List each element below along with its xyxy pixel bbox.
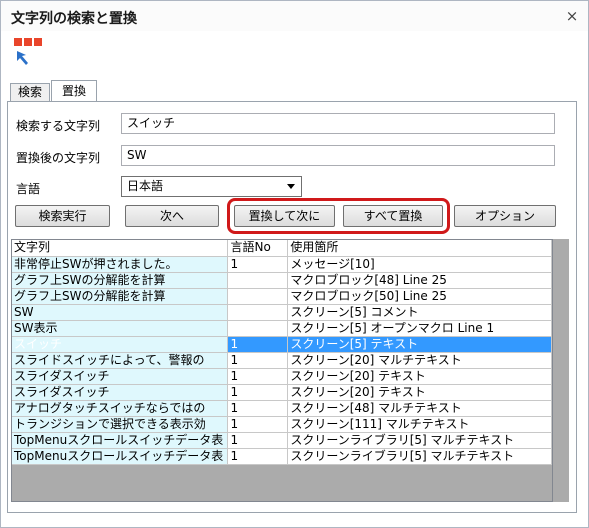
title-bar[interactable]: 文字列の検索と置換 × — [1, 1, 588, 31]
cell-usage-location: マクロブロック[48] Line 25 — [287, 272, 552, 289]
cell-string: TopMenuスクロールスイッチデータ表 — [12, 448, 229, 465]
table-row[interactable]: TopMenuスクロールスイッチデータ表 1 スクリーンライブラリ[5] マルチテキ… — [12, 432, 552, 449]
table-row[interactable]: スライドスイッチによって、警報の 1 スクリーン[20] マルチテキスト — [12, 352, 552, 369]
cell-usage-location: スクリーン[5] コメント — [287, 304, 552, 321]
column-header-usage-location[interactable]: 使用箇所 — [287, 240, 552, 257]
language-select-value: 日本語 — [127, 179, 164, 193]
replace-string-input[interactable]: SW — [121, 145, 555, 166]
table-header-row: 文字列 言語No 使用箇所 — [12, 240, 552, 257]
grid-empty-area — [553, 239, 569, 502]
cell-usage-location: スクリーン[111] マルチテキスト — [287, 416, 552, 433]
table-row[interactable]: グラフ上SWの分解能を計算 マクロブロック[48] Line 25 — [12, 272, 552, 289]
cell-string: SW — [12, 304, 229, 321]
search-replace-tool-icon[interactable] — [13, 37, 43, 69]
cell-language-no: 1 — [227, 368, 289, 385]
cell-language-no — [227, 272, 289, 289]
cell-string: スライダスイッチ — [12, 384, 229, 401]
search-string-input[interactable]: スイッチ — [121, 113, 555, 134]
table-row[interactable]: TopMenuスクロールスイッチデータ表 1 スクリーンライブラリ[5] マルチテキ… — [12, 448, 552, 465]
cell-string: スイッチ — [12, 336, 229, 353]
options-button[interactable]: オプション — [454, 205, 556, 227]
replace-panel: 検索する文字列 スイッチ 置換後の文字列 SW 言語 日本語 検索実行 次へ 置… — [7, 101, 577, 513]
search-execute-button[interactable]: 検索実行 — [15, 205, 110, 227]
cell-language-no — [227, 320, 289, 337]
table-row[interactable]: スライダスイッチ 1 スクリーン[20] テキスト — [12, 368, 552, 385]
table-row[interactable]: 非常停止SWが押されました。 1 メッセージ[10] — [12, 256, 552, 273]
tab-search[interactable]: 検索 — [10, 83, 50, 102]
column-header-string[interactable]: 文字列 — [12, 240, 229, 257]
language-label: 言語 — [16, 182, 41, 196]
cell-string: グラフ上SWの分解能を計算 — [12, 272, 229, 289]
table-row[interactable]: アナログタッチスイッチならではの 1 スクリーン[48] マルチテキスト — [12, 400, 552, 417]
cell-string: グラフ上SWの分解能を計算 — [12, 288, 229, 305]
cell-string: トランジションで選択できる表示効 — [12, 416, 229, 433]
cell-language-no — [227, 288, 289, 305]
replace-string-label: 置換後の文字列 — [16, 151, 101, 165]
results-grid[interactable]: 文字列 言語No 使用箇所 非常停止SWが押されました。 1 メッセージ[10] グラ… — [11, 239, 553, 502]
table-row[interactable]: スライダスイッチ 1 スクリーン[20] テキスト — [12, 384, 552, 401]
cell-language-no: 1 — [227, 336, 289, 353]
results-table: 文字列 言語No 使用箇所 非常停止SWが押されました。 1 メッセージ[10] グラ… — [12, 240, 552, 465]
table-row[interactable]: トランジションで選択できる表示効 1 スクリーン[111] マルチテキスト — [12, 416, 552, 433]
cell-usage-location: スクリーン[48] マルチテキスト — [287, 400, 552, 417]
cell-string: SW表示 — [12, 320, 229, 337]
close-button[interactable]: × — [562, 6, 582, 26]
cell-language-no: 1 — [227, 432, 289, 449]
next-button[interactable]: 次へ — [125, 205, 219, 227]
highlight-annotation — [227, 198, 450, 234]
cell-language-no: 1 — [227, 256, 289, 273]
search-replace-dialog: 文字列の検索と置換 × 検索 置換 検索する文字列 スイッチ 置換後の文字列 S… — [0, 0, 589, 528]
cell-language-no: 1 — [227, 448, 289, 465]
cell-language-no: 1 — [227, 416, 289, 433]
cell-usage-location: スクリーン[20] マルチテキスト — [287, 352, 552, 369]
cell-usage-location: スクリーン[20] テキスト — [287, 384, 552, 401]
cell-string: 非常停止SWが押されました。 — [12, 256, 229, 273]
chevron-down-icon — [287, 184, 295, 189]
cell-usage-location: マクロブロック[50] Line 25 — [287, 288, 552, 305]
table-row[interactable]: グラフ上SWの分解能を計算 マクロブロック[50] Line 25 — [12, 288, 552, 305]
cell-string: スライダスイッチ — [12, 368, 229, 385]
table-row[interactable]: SW表示 スクリーン[5] オープンマクロ Line 1 — [12, 320, 552, 337]
cell-language-no: 1 — [227, 400, 289, 417]
tab-replace[interactable]: 置換 — [51, 80, 97, 102]
cell-language-no: 1 — [227, 384, 289, 401]
cell-usage-location: スクリーン[5] テキスト — [287, 336, 552, 353]
cell-language-no — [227, 304, 289, 321]
cell-string: TopMenuスクロールスイッチデータ表 — [12, 432, 229, 449]
cell-language-no: 1 — [227, 352, 289, 369]
cell-usage-location: スクリーンライブラリ[5] マルチテキスト — [287, 432, 552, 449]
cell-usage-location: スクリーンライブラリ[5] マルチテキスト — [287, 448, 552, 465]
language-select[interactable]: 日本語 — [121, 176, 302, 197]
cell-string: スライドスイッチによって、警報の — [12, 352, 229, 369]
cell-usage-location: スクリーン[5] オープンマクロ Line 1 — [287, 320, 552, 337]
table-row[interactable]: SW スクリーン[5] コメント — [12, 304, 552, 321]
cell-usage-location: メッセージ[10] — [287, 256, 552, 273]
table-row[interactable]: スイッチ 1 スクリーン[5] テキスト — [12, 336, 552, 353]
column-header-language-no[interactable]: 言語No — [227, 240, 289, 257]
search-string-label: 検索する文字列 — [16, 119, 101, 133]
dialog-title: 文字列の検索と置換 — [11, 11, 137, 27]
cell-string: アナログタッチスイッチならではの — [12, 400, 229, 417]
cell-usage-location: スクリーン[20] テキスト — [287, 368, 552, 385]
